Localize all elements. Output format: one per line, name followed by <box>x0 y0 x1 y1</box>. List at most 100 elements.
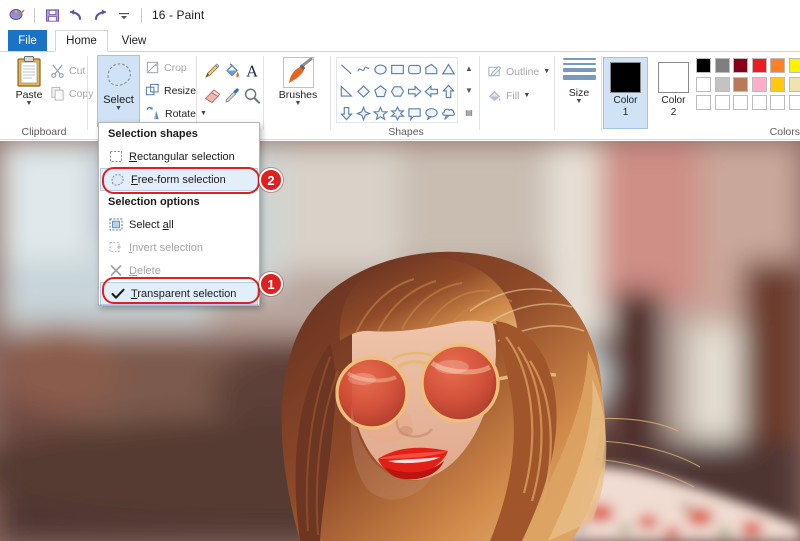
rectangle-shape[interactable] <box>389 58 406 80</box>
palette-swatch[interactable] <box>733 76 748 92</box>
diamond-shape[interactable] <box>355 80 372 102</box>
group-separator <box>479 56 480 130</box>
palette-swatch[interactable] <box>751 76 767 92</box>
menu-item-transparent-selection[interactable]: Transparent selection <box>100 282 258 305</box>
menu-item-invert-selection[interactable]: Invert selection <box>99 236 259 259</box>
tab-home[interactable]: Home <box>55 30 108 52</box>
up-arrow-shape[interactable] <box>440 80 457 102</box>
select-caret-icon[interactable]: ▼ <box>115 105 122 112</box>
palette-swatch[interactable] <box>770 76 785 92</box>
palette-swatch[interactable] <box>696 58 711 73</box>
shapes-scroll-up-icon[interactable]: ▲ <box>465 64 473 73</box>
crop-label: Crop <box>164 61 187 74</box>
rect-rest: ectangular selection <box>136 150 235 163</box>
resize-button[interactable]: Resize <box>145 80 196 101</box>
color-2-label-line1: Color <box>661 95 686 106</box>
group-separator <box>330 56 331 130</box>
four-point-star-shape[interactable] <box>355 102 372 124</box>
line-shape[interactable] <box>338 58 355 80</box>
right-arrow-shape[interactable] <box>406 80 423 102</box>
paste-button[interactable]: Paste ▼ <box>4 55 54 107</box>
palette-swatch[interactable] <box>696 76 711 92</box>
palette-swatch[interactable] <box>788 95 800 110</box>
rounded-rectangle-shape[interactable] <box>406 58 423 80</box>
shapes-scroll-controls[interactable]: ▲ ▼ ▤ <box>462 57 476 123</box>
magnifier-icon[interactable] <box>242 83 262 108</box>
color-palette[interactable] <box>696 58 800 113</box>
five-point-star-shape[interactable] <box>372 102 389 124</box>
palette-swatch[interactable] <box>696 95 711 110</box>
six-point-star-shape[interactable] <box>389 102 406 124</box>
select-dropdown-menu[interactable]: Selection shapes Rectangular selection F… <box>98 122 260 306</box>
color-2-button[interactable]: Color 2 <box>651 57 696 118</box>
outline-caret-icon[interactable]: ▼ <box>543 68 550 75</box>
palette-swatch[interactable] <box>770 58 785 73</box>
palette-swatch[interactable] <box>788 58 800 73</box>
group-shapes: ▲ ▼ ▤ Shapes <box>332 52 480 140</box>
scissors-icon <box>51 64 64 78</box>
oval-shape[interactable] <box>372 58 389 80</box>
free-form-selection-icon <box>107 171 128 189</box>
save-icon[interactable] <box>41 4 63 26</box>
outline-label: Outline <box>506 65 540 78</box>
polygon-shape[interactable] <box>423 58 440 80</box>
select-button[interactable]: Select ▼ <box>97 55 140 127</box>
palette-swatch[interactable] <box>733 95 748 110</box>
palette-swatch[interactable] <box>770 95 785 110</box>
color-2-label-line2: 2 <box>670 106 677 118</box>
select-all-icon <box>105 216 126 234</box>
undo-icon[interactable] <box>65 4 87 26</box>
curve-shape[interactable] <box>355 58 372 80</box>
fill-caret-icon[interactable]: ▼ <box>523 92 530 99</box>
outline-icon <box>488 65 502 77</box>
left-arrow-shape[interactable] <box>423 80 440 102</box>
size-button[interactable]: Size ▼ <box>554 58 604 105</box>
pencil-icon[interactable] <box>202 58 222 83</box>
pentagon-shape[interactable] <box>372 80 389 102</box>
outline-button[interactable]: Outline ▼ <box>487 61 550 82</box>
cloud-callout-shape[interactable] <box>440 102 457 124</box>
menu-item-rectangular-selection[interactable]: Rectangular selection <box>99 145 259 168</box>
menu-item-delete[interactable]: Delete <box>99 259 259 282</box>
menu-item-free-form-selection[interactable]: Free-form selection <box>100 168 258 191</box>
eraser-icon[interactable] <box>202 83 222 108</box>
rectangular-selection-icon <box>105 148 126 166</box>
palette-swatch[interactable] <box>788 76 800 92</box>
palette-swatch[interactable] <box>714 95 730 110</box>
tab-file[interactable]: File <box>8 30 47 52</box>
right-triangle-shape[interactable] <box>338 80 355 102</box>
checkmark-icon <box>107 285 128 303</box>
customize-qat-icon[interactable] <box>113 4 135 26</box>
cut-button[interactable]: Cut <box>50 60 85 81</box>
redo-icon[interactable] <box>89 4 111 26</box>
clipboard-icon <box>17 56 41 87</box>
fill-button[interactable]: Fill ▼ <box>487 85 530 106</box>
fill-with-color-icon[interactable] <box>222 58 242 83</box>
color-picker-icon[interactable] <box>222 83 242 108</box>
paste-caret-icon[interactable]: ▼ <box>26 100 33 107</box>
rotate-icon <box>146 106 159 120</box>
shapes-scroll-down-icon[interactable]: ▼ <box>465 86 473 95</box>
brushes-caret-icon[interactable]: ▼ <box>295 100 302 107</box>
color-1-button[interactable]: Color 1 <box>603 57 648 129</box>
invert-selection-icon <box>105 239 126 257</box>
brushes-button[interactable]: Brushes ▼ <box>273 56 323 107</box>
menu-item-select-all[interactable]: Select all <box>99 213 259 236</box>
tab-view[interactable]: View <box>112 30 156 52</box>
oval-callout-shape[interactable] <box>423 102 440 124</box>
hexagon-shape[interactable] <box>389 80 406 102</box>
palette-swatch[interactable] <box>714 58 730 73</box>
palette-swatch[interactable] <box>714 76 730 92</box>
size-caret-icon[interactable]: ▼ <box>576 98 583 105</box>
shapes-more-icon[interactable]: ▤ <box>465 108 473 117</box>
paint-icon[interactable] <box>6 4 28 26</box>
palette-swatch[interactable] <box>733 58 748 73</box>
qat-divider-2 <box>141 7 142 23</box>
crop-button[interactable]: Crop <box>145 57 187 78</box>
rounded-callout-shape[interactable] <box>406 102 423 124</box>
group-colors: Color 1 Color 2 Colors <box>603 52 800 140</box>
palette-swatch[interactable] <box>751 95 767 110</box>
triangle-shape[interactable] <box>440 58 457 80</box>
palette-swatch[interactable] <box>751 58 767 73</box>
down-arrow-shape[interactable] <box>338 102 355 124</box>
